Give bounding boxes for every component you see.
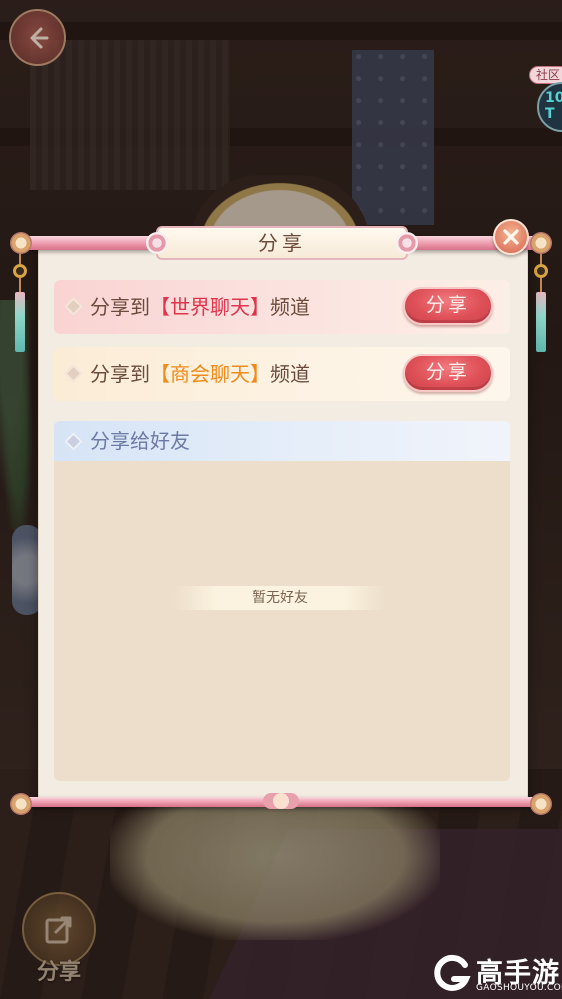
left-tassel (13, 250, 27, 368)
share-world-chat-row: 分享到【世界聊天】频道 分享 (54, 280, 510, 334)
no-friends-message: 暂无好友 (174, 586, 386, 610)
community-tag[interactable]: 社区 (529, 66, 562, 84)
share-guild-chat-row: 分享到【商会聊天】频道 分享 (54, 347, 510, 401)
right-tassel (534, 250, 548, 368)
gaoshouyou-logo-icon (434, 954, 471, 991)
share-shortcut-button[interactable]: 分享 (18, 892, 100, 985)
close-x-icon (503, 229, 519, 245)
diamond-bullet-icon (64, 364, 83, 383)
popup-title-plate: 分享 (146, 226, 418, 260)
share-shortcut-label: 分享 (36, 960, 81, 985)
back-button[interactable] (9, 9, 66, 66)
diamond-bullet-icon (64, 432, 83, 451)
scroll-rod-knob (263, 793, 299, 809)
diamond-bullet-icon (64, 297, 83, 316)
share-export-icon (45, 916, 72, 944)
watermark-url: GAOSHOUYOU.COM (476, 983, 562, 993)
world-chat-channel: 【世界聊天】 (150, 295, 270, 319)
share-guild-chat-button[interactable]: 分享 (403, 354, 493, 392)
watermark: 高手游 GAOSHOUYOU.COM (432, 953, 562, 997)
share-to-friends-header: 分享给好友 (54, 421, 510, 461)
share-to-friends-label: 分享给好友 (90, 429, 190, 453)
back-arrow-icon (30, 27, 48, 48)
popup-title: 分享 (258, 231, 306, 255)
close-button[interactable] (493, 219, 529, 255)
guild-chat-channel: 【商会聊天】 (150, 362, 270, 386)
share-world-chat-button[interactable]: 分享 (403, 287, 493, 325)
friends-list[interactable]: 暂无好友 (54, 461, 510, 781)
share-world-chat-label: 分享到【世界聊天】频道 (90, 295, 310, 319)
share-guild-chat-label: 分享到【商会聊天】频道 (90, 362, 310, 386)
